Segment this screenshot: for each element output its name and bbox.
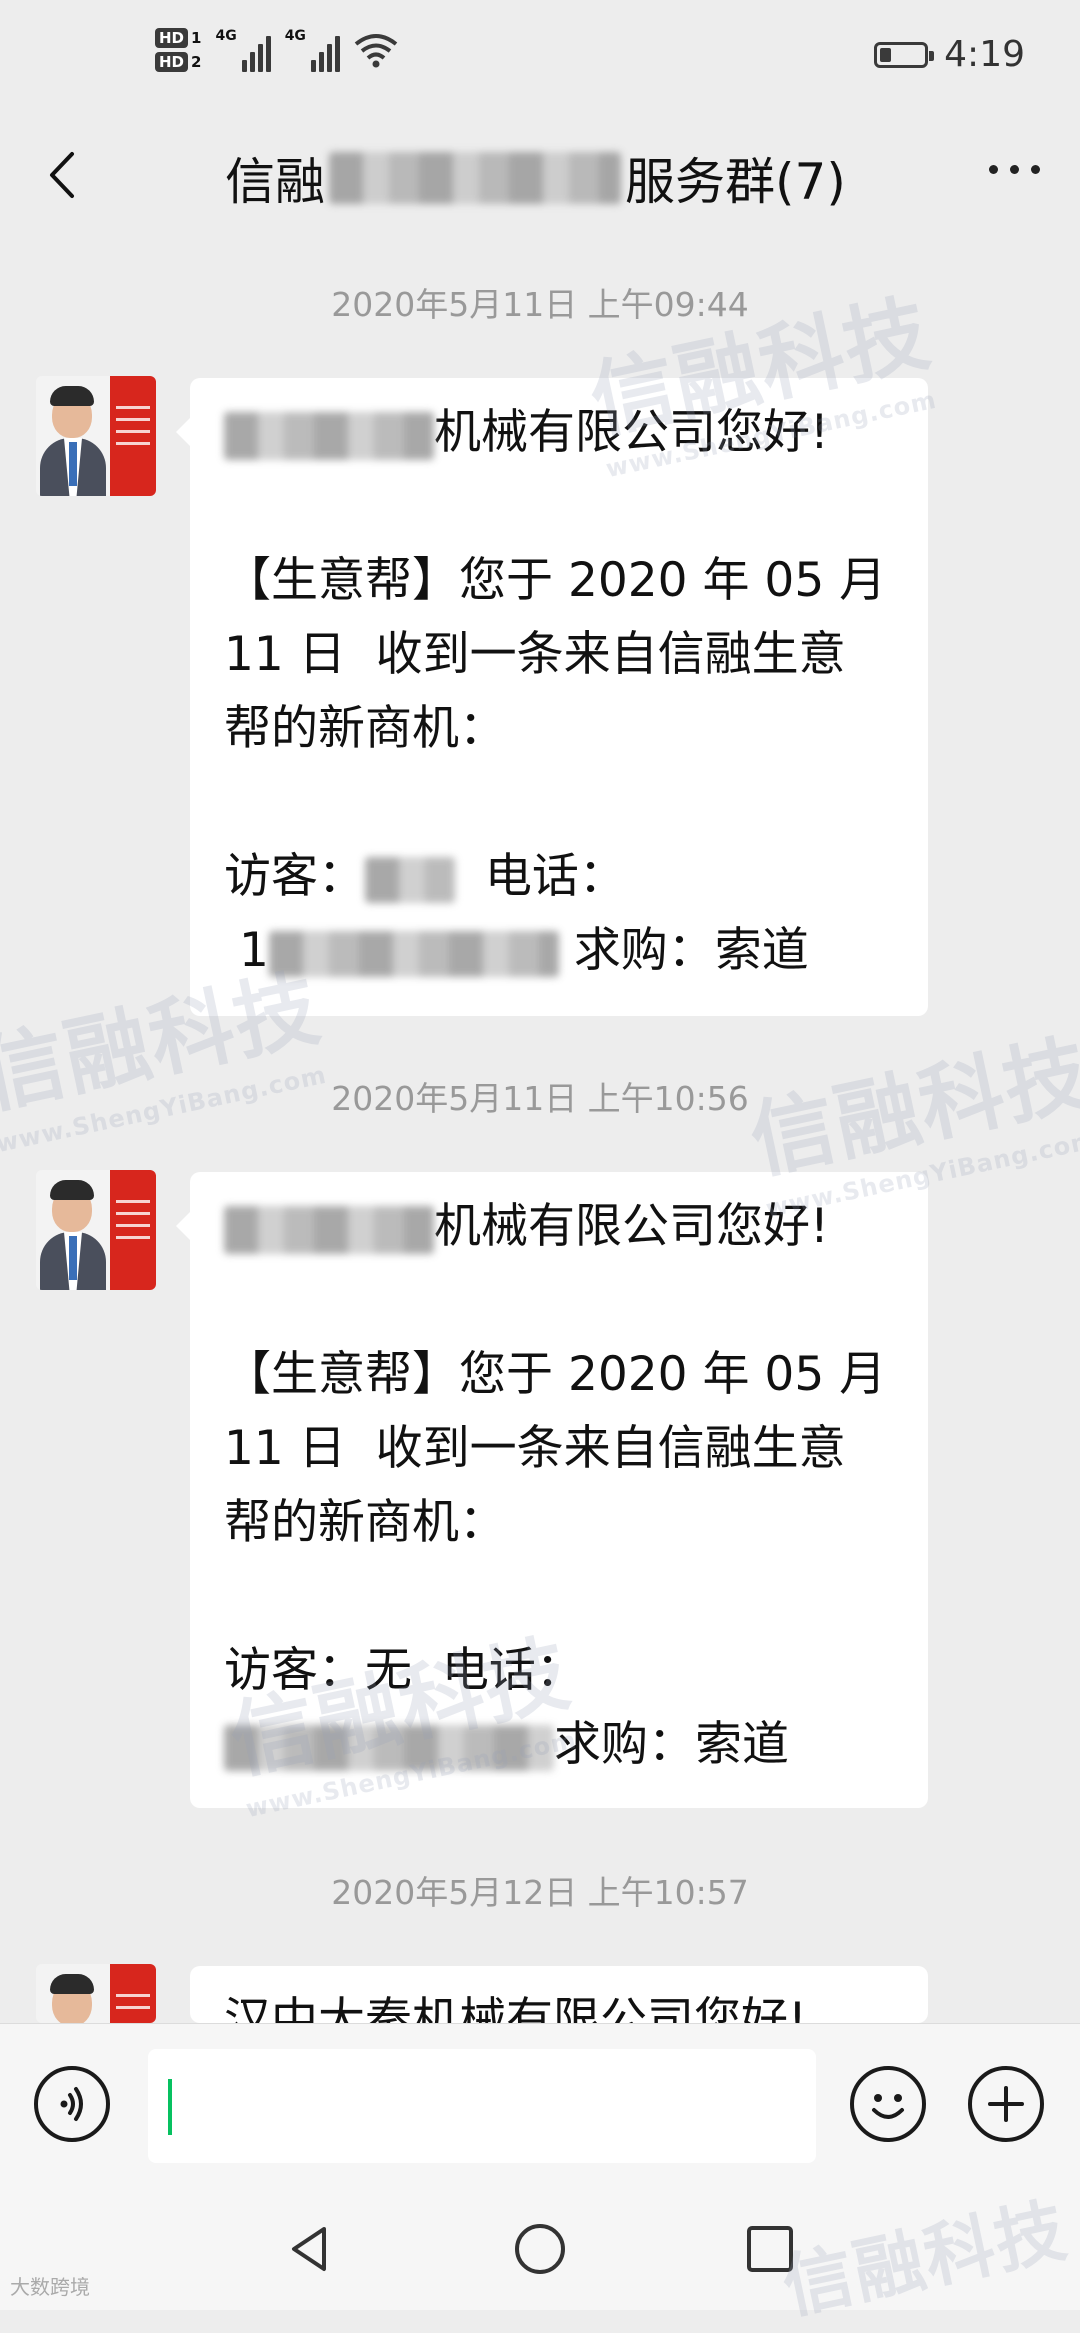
redacted-phone <box>268 930 559 977</box>
more-dots-icon[interactable] <box>989 165 1040 174</box>
redacted-phone <box>224 1724 554 1771</box>
visitor-line: 访客：无 电话： <box>224 1643 583 1698</box>
avatar[interactable] <box>36 1170 156 1290</box>
hd-indicators: HD 1 HD 2 <box>155 28 201 72</box>
message-line: 【生意帮】您于 2020 年 05 月 <box>224 553 887 608</box>
system-nav-bar: 信融科技 大数跨境 <box>0 2183 1080 2329</box>
chat-title-suffix: 服务群(7) <box>625 153 846 211</box>
timestamp: 2020年5月11日 上午10:56 <box>331 1079 749 1118</box>
message-input[interactable] <box>148 2049 816 2163</box>
battery-icon <box>874 41 935 68</box>
chat-title: 信融 服务群(7) <box>225 142 846 214</box>
message-greeting: 汉中大秦机械有限公司您好! <box>224 1993 807 2023</box>
wifi-icon <box>354 34 398 68</box>
clock: 4:19 <box>944 34 1025 75</box>
status-right: 4:19 <box>874 34 1025 75</box>
message-line: 11 日 收到一条来自信融生意 <box>224 627 846 682</box>
plus-icon[interactable] <box>968 2066 1044 2142</box>
message-greeting: 机械有限公司您好! <box>224 396 894 470</box>
redacted-group-name <box>329 152 621 204</box>
message-line: 【生意帮】您于 2020 年 05 月 <box>224 1347 887 1402</box>
hd1-badge: HD 1 <box>155 28 201 48</box>
footer-watermark: 大数跨境 <box>10 2275 90 2299</box>
redacted-visitor <box>365 856 455 903</box>
chat-header: 信融 服务群(7) <box>0 120 1080 230</box>
redacted-company <box>224 411 434 460</box>
nav-back-icon[interactable] <box>282 2221 338 2277</box>
voice-icon[interactable] <box>34 2066 110 2142</box>
nav-recent-icon[interactable] <box>742 2221 798 2277</box>
back-arrow-icon[interactable] <box>40 150 90 200</box>
signal-2-icon: 4G <box>285 28 340 72</box>
message-bubble[interactable]: 汉中大秦机械有限公司您好! <box>190 1966 928 2023</box>
avatar[interactable] <box>36 1964 156 2023</box>
timestamp: 2020年5月11日 上午09:44 <box>331 285 749 324</box>
nav-home-icon[interactable] <box>512 2221 568 2277</box>
emoji-icon[interactable] <box>850 2066 926 2142</box>
message-bubble[interactable]: 机械有限公司您好! 【生意帮】您于 2020 年 05 月 11 日 收到一条来… <box>176 1172 928 1808</box>
text-cursor <box>168 2079 172 2135</box>
message-greeting: 机械有限公司您好! <box>224 1190 894 1264</box>
message-line: 帮的新商机： <box>224 1495 506 1550</box>
avatar[interactable] <box>36 376 156 496</box>
status-left: HD 1 HD 2 4G 4G <box>155 28 398 72</box>
message-line: 帮的新商机： <box>224 701 506 756</box>
watermark: 信融科技 <box>775 2188 1075 2329</box>
status-bar: HD 1 HD 2 4G 4G 4:19 <box>0 0 1080 120</box>
message-line: 11 日 收到一条来自信融生意 <box>224 1421 846 1476</box>
chat-title-prefix: 信融 <box>225 153 325 211</box>
timestamp: 2020年5月12日 上午10:57 <box>331 1873 749 1912</box>
visitor-line: 访客： 电话： <box>224 849 626 904</box>
signal-1-icon: 4G <box>215 28 271 72</box>
redacted-company <box>224 1205 434 1254</box>
message-bubble[interactable]: 机械有限公司您好! 【生意帮】您于 2020 年 05 月 11 日 收到一条来… <box>176 378 928 1016</box>
phone-line: 求购：索道 <box>224 1708 894 1782</box>
input-bar <box>0 2023 1080 2184</box>
phone-line: 1 求购：索道 <box>238 923 809 978</box>
hd2-badge: HD 2 <box>155 52 201 72</box>
